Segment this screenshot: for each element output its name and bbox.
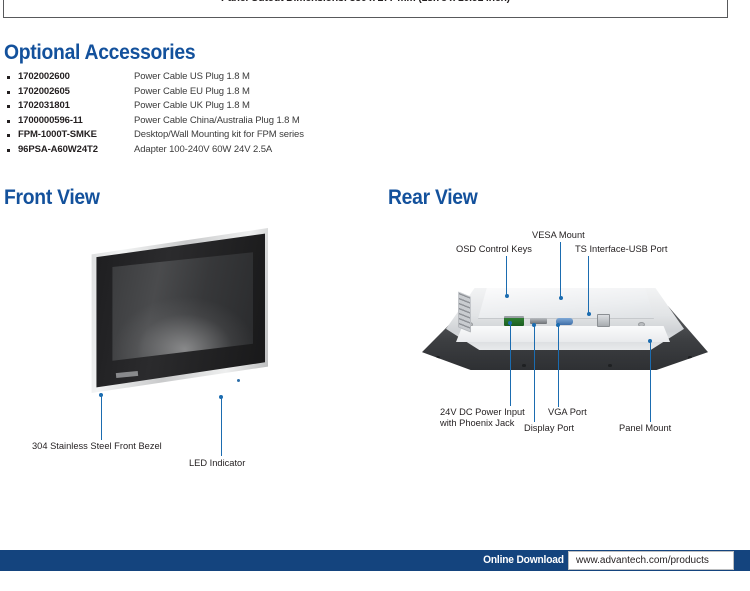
accessory-sku: FPM-1000T-SMKE <box>18 129 97 140</box>
callout-leader-display-port <box>533 325 535 422</box>
online-download-label: Online Download <box>483 554 564 566</box>
list-item: 1702002605 Power Cable EU Plug 1.8 M <box>6 85 406 100</box>
bullet-icon <box>7 119 10 123</box>
rear-lower-ledge <box>456 326 670 342</box>
optional-accessories-list: 1702002600 Power Cable US Plug 1.8 M 170… <box>6 70 406 157</box>
accessory-description: Power Cable China/Australia Plug 1.8 M <box>134 114 300 126</box>
rear-device-illustration <box>422 278 708 370</box>
display-screen <box>112 252 253 361</box>
accessory-sku: 1700000596-11 <box>18 114 83 126</box>
callout-leader-ts-interface-usb <box>588 256 590 314</box>
optional-accessories-heading: Optional Accessories <box>4 41 196 64</box>
callout-label-bezel: 304 Stainless Steel Front Bezel <box>32 441 162 451</box>
callout-label-osd-control-keys: OSD Control Keys <box>456 244 532 254</box>
led-indicator-dot <box>237 379 240 382</box>
list-item: 1700000596-11 Power Cable China/Australi… <box>6 114 406 129</box>
callout-dot-ts-interface-usb <box>586 312 591 316</box>
footer-bar: Online Download www.advantech.com/produc… <box>0 550 750 571</box>
mount-hole <box>522 364 526 367</box>
bullet-icon <box>7 105 10 108</box>
callout-leader-led <box>220 398 222 456</box>
osd-control-keys <box>458 291 471 333</box>
phoenix-dc-power-connector <box>504 316 524 326</box>
bullet-icon <box>7 76 10 79</box>
callout-leader-panel-mount <box>649 341 651 422</box>
callout-label-dc-power-line1: 24V DC Power Input <box>440 407 525 417</box>
accessory-sku: 96PSA-A60W24T2 <box>18 143 98 155</box>
list-item: 1702031801 Power Cable UK Plug 1.8 M <box>6 99 406 114</box>
callout-leader-vesa-mount <box>560 242 562 298</box>
callout-label-vesa-mount: VESA Mount <box>532 230 585 240</box>
accessory-sku: 1702031801 <box>18 100 70 111</box>
callout-label-led: LED Indicator <box>189 458 246 468</box>
list-item: 96PSA-A60W24T2 Adapter 100-240V 60W 24V … <box>6 143 406 158</box>
callout-leader-dc-power <box>509 323 511 406</box>
accessory-sku: 1702002600 <box>18 71 70 82</box>
mount-hole <box>608 364 612 367</box>
list-item: FPM-1000T-SMKE Desktop/Wall Mounting kit… <box>6 128 406 143</box>
callout-leader-osd-control-keys <box>506 256 508 296</box>
callout-leader-bezel <box>100 396 102 440</box>
accessory-description: Adapter 100-240V 60W 24V 2.5A <box>134 143 273 155</box>
online-download-url[interactable]: www.advantech.com/products <box>576 555 709 566</box>
bullet-icon <box>7 90 10 94</box>
online-download-url-box[interactable]: www.advantech.com/products <box>568 551 734 570</box>
accessory-sku: 1702002605 <box>18 85 70 97</box>
mount-hole <box>436 356 440 359</box>
bullet-icon <box>7 148 10 152</box>
callout-label-ts-interface-usb: TS Interface-USB Port <box>575 244 668 254</box>
callout-label-vga-port: VGA Port <box>548 407 587 417</box>
bullet-icon <box>7 134 10 137</box>
callout-dot-osd-control-keys <box>504 294 509 298</box>
callout-label-dc-power-line2: with Phoenix Jack <box>440 418 515 428</box>
callout-label-panel-mount: Panel Mount <box>619 423 672 433</box>
panel-cutout-dimensions-text: Panel Cutout Dimensions: 350 x 277 mm (1… <box>4 0 727 4</box>
callout-label-display-port: Display Port <box>524 423 575 433</box>
accessory-description: Desktop/Wall Mounting kit for FPM series <box>134 129 304 140</box>
mount-hole <box>688 356 692 359</box>
usb-touch-interface-connector <box>597 314 610 327</box>
callout-leader-vga-port <box>557 325 559 407</box>
vesa-mount-surface <box>478 288 654 319</box>
accessory-description: Power Cable US Plug 1.8 M <box>134 71 250 82</box>
accessory-description: Power Cable UK Plug 1.8 M <box>134 100 250 111</box>
front-monitor-illustration <box>88 228 268 393</box>
accessory-description: Power Cable EU Plug 1.8 M <box>134 85 250 97</box>
callout-dot-vesa-mount <box>558 296 563 300</box>
panel-cutout-spec-box: Panel Cutout Dimensions: 350 x 277 mm (1… <box>3 0 728 18</box>
front-view-figure: 304 Stainless Steel Front Bezel LED Indi… <box>0 180 380 468</box>
list-item: 1702002600 Power Cable US Plug 1.8 M <box>6 70 406 85</box>
rear-view-figure: VESA Mount OSD Control Keys TS Interface… <box>380 180 750 465</box>
